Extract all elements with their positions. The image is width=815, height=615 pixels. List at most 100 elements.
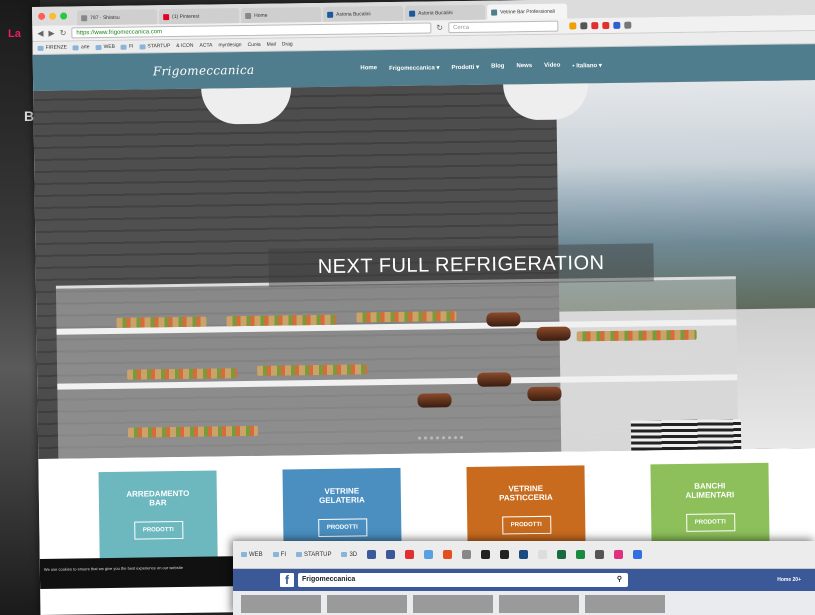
extension-icon[interactable] [481, 550, 491, 559]
extension-icon[interactable] [500, 550, 510, 559]
menu-icon[interactable] [623, 21, 632, 29]
facebook-bookmarks-bar: WEB FI STARTUP 3D [233, 541, 815, 569]
reload-icon[interactable]: ↻ [60, 29, 67, 38]
extension-icon[interactable] [595, 550, 605, 559]
browser-tab[interactable]: Astoria Bucalini [405, 4, 486, 21]
minimize-window-button[interactable] [49, 12, 57, 20]
prodotti-button[interactable]: PRODOTTI [133, 520, 183, 540]
cover-photo-thumbnail [327, 595, 407, 613]
folder-icon [37, 45, 44, 51]
prodotti-button[interactable]: PRODOTTI [317, 518, 367, 538]
cookie-banner: We use cookies to ensure that we give yo… [39, 556, 241, 589]
bookmark-item[interactable]: & ICON [176, 43, 193, 49]
bookmark-item[interactable]: Drag [282, 41, 293, 47]
extension-icon[interactable] [557, 550, 567, 559]
tab-favicon [245, 12, 252, 19]
main-menu: Home Frigomeccanica ▾ Prodotti ▾ Blog Ne… [360, 62, 602, 72]
folder-icon [272, 552, 279, 557]
forward-icon[interactable]: ▶ [48, 29, 54, 38]
bookmark-item[interactable]: WEB [241, 552, 263, 558]
bookmark-star-icon[interactable] [568, 22, 577, 30]
search-input[interactable]: Cerca [447, 20, 559, 34]
extension-icon[interactable] [590, 22, 599, 30]
extension-icon[interactable] [538, 550, 548, 559]
search-icon[interactable]: ⚲ [617, 573, 622, 587]
extension-icon[interactable] [367, 550, 377, 559]
pager-dot[interactable] [418, 436, 422, 440]
folder-icon [241, 552, 247, 557]
menu-item-prodotti[interactable]: Prodotti ▾ [451, 63, 479, 70]
prodotti-button[interactable]: PRODOTTI [685, 513, 735, 532]
extension-icon[interactable] [462, 550, 472, 559]
category-title: BANCHI ALIMENTARI [685, 481, 735, 500]
close-window-button[interactable] [38, 12, 46, 20]
prodotti-button[interactable]: PRODOTTI [501, 515, 551, 535]
extension-icon[interactable] [633, 550, 643, 559]
reload-page-icon[interactable]: ↻ [436, 23, 443, 32]
extension-icon[interactable] [614, 550, 624, 559]
extension-icon[interactable] [612, 21, 621, 29]
cover-photo-thumbnail [585, 595, 665, 613]
pager-dot[interactable] [436, 436, 440, 440]
cake-image [536, 326, 571, 341]
back-icon[interactable]: ◀ [37, 29, 43, 38]
browser-tab[interactable]: (1) Pinterest [159, 8, 240, 25]
extension-icon[interactable] [519, 550, 529, 559]
pastry-tray [356, 311, 457, 323]
menu-item-video[interactable]: Video [544, 62, 560, 69]
facebook-logo-icon[interactable]: f [280, 573, 294, 587]
extension-icon[interactable] [424, 550, 434, 559]
pastry-tray [576, 329, 697, 342]
pastry-tray [257, 364, 368, 376]
category-title: VETRINE GELATERIA [319, 486, 365, 506]
bookmark-item[interactable]: WEB [95, 44, 115, 50]
window-controls [38, 12, 68, 20]
library-icon[interactable] [579, 22, 588, 30]
address-input[interactable]: https://www.frigomeccanica.com [71, 22, 432, 39]
folder-icon [72, 44, 79, 50]
category-card-arredamento-bar[interactable]: ARREDAMENTO BAR PRODOTTI [98, 470, 218, 565]
browser-tab[interactable]: Home [241, 6, 322, 24]
pager-dot[interactable] [442, 436, 446, 440]
facebook-icon[interactable] [386, 550, 396, 559]
pager-dot[interactable] [448, 436, 452, 440]
cake-image [527, 386, 562, 402]
browser-tab[interactable]: 787 · Shiatsu [77, 9, 158, 26]
hero-title: NEXT FULL REFRIGERATION [268, 243, 654, 287]
zoom-window-button[interactable] [60, 12, 68, 20]
menu-item-blog[interactable]: Blog [491, 63, 504, 70]
bookmark-item[interactable]: STARTUP [139, 43, 170, 49]
facebook-content [233, 591, 815, 615]
facebook-search-input[interactable]: Frigomeccanica ⚲ [298, 573, 628, 587]
site-logo[interactable]: Frigomeccanica [153, 63, 255, 78]
language-selector[interactable]: ▪ Italiano ▾ [572, 62, 602, 69]
extension-icon[interactable] [601, 21, 610, 30]
bookmark-item[interactable]: FIRENZE [37, 45, 67, 51]
browser-tab-active[interactable]: Vetrine Bar Professionali [487, 3, 568, 20]
bookmark-item[interactable]: arte [72, 44, 90, 50]
pager-dot[interactable] [424, 436, 428, 440]
bookmark-item[interactable]: FI [120, 44, 133, 50]
browser-tab[interactable]: Astoria Bucalini [323, 5, 404, 22]
bookmark-item[interactable]: ACTA [199, 42, 212, 48]
bookmark-item[interactable]: STARTUP [296, 552, 331, 558]
notification-badge: 20+ [792, 577, 801, 583]
extension-icon[interactable] [443, 550, 453, 559]
bookmark-item[interactable]: 3D [341, 552, 357, 558]
facebook-window: WEB FI STARTUP 3D f Frigomeccanica ⚲ Hom… [233, 541, 815, 615]
bookmark-item[interactable]: Cuoia [248, 42, 261, 48]
pager-dot[interactable] [430, 436, 434, 440]
bookmark-item[interactable]: myrdesign [218, 42, 241, 48]
menu-item-news[interactable]: News [516, 63, 532, 70]
pastry-tray [116, 316, 207, 328]
youtube-icon[interactable] [405, 550, 415, 559]
menu-item-frigomeccanica[interactable]: Frigomeccanica ▾ [389, 64, 439, 72]
extension-icon[interactable] [576, 550, 586, 559]
tab-favicon [327, 11, 334, 18]
facebook-home-link[interactable]: Home 20+ [777, 577, 801, 583]
pager-dot[interactable] [460, 436, 464, 440]
pager-dot[interactable] [454, 436, 458, 440]
bookmark-item[interactable]: FI [272, 552, 286, 558]
menu-item-home[interactable]: Home [360, 65, 377, 72]
bookmark-item[interactable]: Mail [267, 42, 276, 48]
